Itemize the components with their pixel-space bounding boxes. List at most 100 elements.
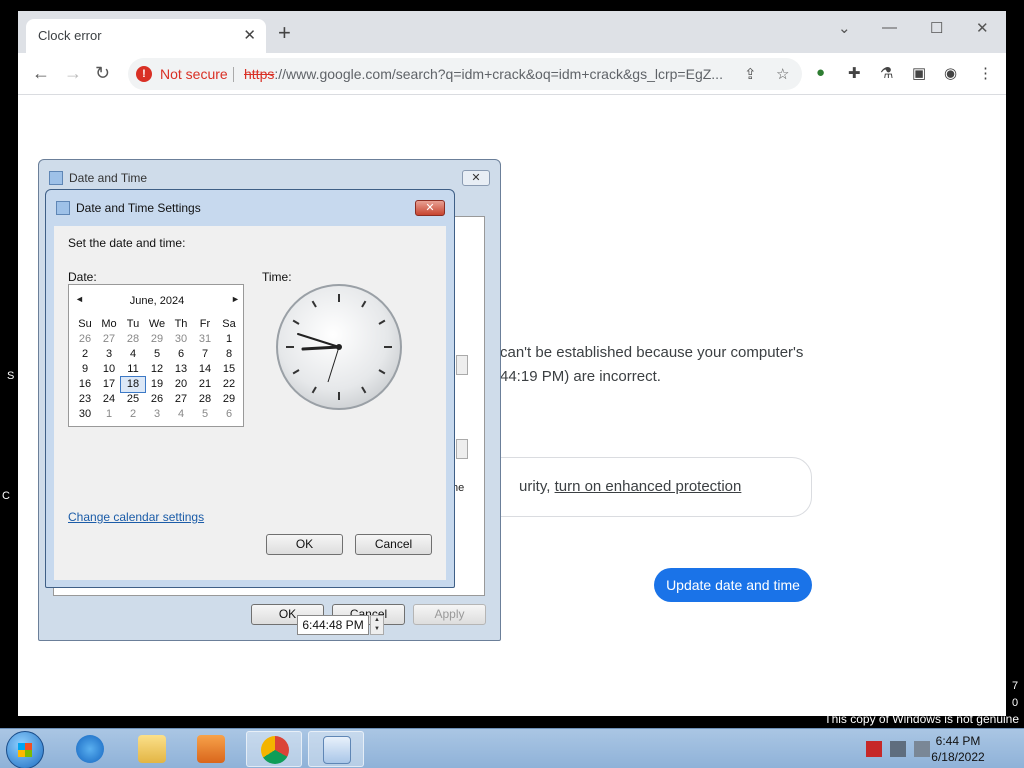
calendar-day[interactable]: 1 xyxy=(217,332,241,347)
calendar-day[interactable]: 2 xyxy=(121,407,145,422)
instruction-label: Set the date and time: xyxy=(68,236,186,250)
taskbar-file-explorer[interactable] xyxy=(124,731,180,767)
desktop-edge-text: S xyxy=(7,370,15,382)
calendar-day[interactable]: 26 xyxy=(145,392,169,407)
calendar-day[interactable]: 21 xyxy=(193,377,217,392)
calendar-day[interactable]: 26 xyxy=(73,332,97,347)
calendar-day[interactable]: 3 xyxy=(145,407,169,422)
tab-strip: Clock error ✕ + ⌄ — ☐ ✕ xyxy=(18,11,1006,53)
calendar-day[interactable]: 27 xyxy=(97,332,121,347)
time-input[interactable]: 6:44:48 PM xyxy=(297,615,369,635)
calendar-day[interactable]: 4 xyxy=(169,407,193,422)
tab-close-icon[interactable]: ✕ xyxy=(243,26,256,44)
start-button[interactable] xyxy=(6,731,44,768)
calendar-day[interactable]: 1 xyxy=(97,407,121,422)
calendar-day[interactable]: 31 xyxy=(193,332,217,347)
calendar-day[interactable]: 29 xyxy=(145,332,169,347)
action-center-flag-icon[interactable] xyxy=(866,741,882,757)
calendar-day[interactable]: 9 xyxy=(73,362,97,377)
url-text[interactable]: https://www.google.com/search?q=idm+crac… xyxy=(244,66,723,82)
calendar-month-title[interactable]: June, 2024 xyxy=(69,295,245,307)
calendar-day[interactable]: 4 xyxy=(121,347,145,362)
calendar-day[interactable]: 22 xyxy=(217,377,241,392)
calendar-day[interactable]: 20 xyxy=(169,377,193,392)
calendar-day[interactable]: 25 xyxy=(121,392,145,407)
reload-icon[interactable]: ↻ xyxy=(95,63,110,84)
calendar-day[interactable]: 2 xyxy=(73,347,97,362)
update-date-time-button[interactable]: Update date and time xyxy=(654,568,812,602)
calendar-day[interactable]: 6 xyxy=(169,347,193,362)
tab-clock-error[interactable]: Clock error ✕ xyxy=(26,19,266,53)
address-bar[interactable]: ! Not secure https://www.google.com/sear… xyxy=(128,58,802,90)
taskbar-clock[interactable]: 6:44 PM 6/18/2022 xyxy=(928,733,988,765)
calendar-control[interactable]: ◄ June, 2024 ► Su Mo Tu We Th Fr Sa 26 2… xyxy=(68,284,244,427)
calendar-day[interactable]: 29 xyxy=(217,392,241,407)
date-time-settings-close-icon[interactable]: ✕ xyxy=(415,200,445,216)
settings-cancel-button[interactable]: Cancel xyxy=(355,534,432,555)
date-time-apply-button[interactable]: Apply xyxy=(413,604,486,625)
enhanced-protection-text: urity, turn on enhanced protection xyxy=(519,478,741,495)
time-spinner[interactable]: ▲ ▼ xyxy=(370,615,384,635)
date-label: Date: xyxy=(68,270,97,284)
extension-globe-icon[interactable]: ● xyxy=(816,64,825,81)
calendar-day[interactable]: 23 xyxy=(73,392,97,407)
profile-avatar-icon[interactable]: ◉ xyxy=(944,64,957,82)
side-panel-icon[interactable]: ▣ xyxy=(912,64,926,82)
security-label[interactable]: Not secure xyxy=(160,66,228,82)
omnibox-separator xyxy=(233,67,234,82)
calendar-day[interactable]: 15 xyxy=(217,362,241,377)
date-time-dialog-close-icon[interactable]: ✕ xyxy=(462,170,490,186)
calendar-day[interactable]: 3 xyxy=(97,347,121,362)
not-secure-icon[interactable]: ! xyxy=(136,66,152,82)
taskbar-date-time[interactable] xyxy=(308,731,364,767)
taskbar-media-player[interactable] xyxy=(183,731,239,767)
calendar-day[interactable]: 16 xyxy=(73,377,97,392)
weekday-header: Fr xyxy=(199,318,211,330)
calendar-day[interactable]: 13 xyxy=(169,362,193,377)
url-scheme: https xyxy=(244,66,275,82)
enhanced-protection-link[interactable]: turn on enhanced protection xyxy=(555,478,742,495)
labs-flask-icon[interactable]: ⚗ xyxy=(880,64,893,82)
calendar-day[interactable]: 14 xyxy=(193,362,217,377)
taskbar-internet-explorer[interactable] xyxy=(62,731,118,767)
calendar-day[interactable]: 30 xyxy=(73,407,97,422)
menu-kebab-icon[interactable]: ⋮ xyxy=(978,64,993,82)
calendar-day[interactable]: 5 xyxy=(193,407,217,422)
share-icon[interactable]: ⇪ xyxy=(744,65,757,83)
forward-icon[interactable]: → xyxy=(64,63,82,84)
calendar-day[interactable]: 11 xyxy=(121,362,145,377)
back-icon[interactable]: ← xyxy=(32,63,50,84)
calendar-day[interactable]: 6 xyxy=(217,407,241,422)
calendar-day[interactable]: 10 xyxy=(97,362,121,377)
new-tab-button[interactable]: + xyxy=(278,22,291,44)
calendar-day[interactable]: 12 xyxy=(145,362,169,377)
calendar-day[interactable]: 19 xyxy=(145,377,169,392)
change-calendar-settings-link[interactable]: Change calendar settings xyxy=(68,510,204,524)
bookmark-star-icon[interactable]: ☆ xyxy=(776,65,789,83)
desktop-edge-text: C xyxy=(2,490,10,502)
maximize-button[interactable]: ☐ xyxy=(930,19,943,37)
hidden-change-date-button[interactable] xyxy=(456,355,468,375)
calendar-day[interactable]: 24 xyxy=(97,392,121,407)
calendar-grid: Su Mo Tu We Th Fr Sa 26 27 28 29 30 31 1 xyxy=(73,317,241,422)
hidden-change-timezone-button[interactable] xyxy=(456,439,468,459)
calendar-day[interactable]: 28 xyxy=(193,392,217,407)
taskbar-chrome[interactable] xyxy=(246,731,302,767)
calendar-day[interactable]: 28 xyxy=(121,332,145,347)
calendar-day[interactable]: 5 xyxy=(145,347,169,362)
calendar-day[interactable]: 8 xyxy=(217,347,241,362)
calendar-day[interactable]: 7 xyxy=(193,347,217,362)
weekday-header: Sa xyxy=(222,318,236,330)
minimize-button[interactable]: — xyxy=(882,19,897,36)
tab-search-icon[interactable]: ⌄ xyxy=(838,19,851,37)
network-icon[interactable] xyxy=(890,741,906,757)
calendar-day-selected[interactable]: 18 xyxy=(120,376,146,393)
settings-ok-button[interactable]: OK xyxy=(266,534,343,555)
calendar-day[interactable]: 27 xyxy=(169,392,193,407)
calendar-next-icon[interactable]: ► xyxy=(231,294,240,304)
close-window-button[interactable]: ✕ xyxy=(976,19,989,37)
calendar-day[interactable]: 30 xyxy=(169,332,193,347)
calendar-day[interactable]: 17 xyxy=(97,377,121,392)
folder-icon xyxy=(138,735,166,763)
extensions-puzzle-icon[interactable]: ✚ xyxy=(848,64,861,82)
